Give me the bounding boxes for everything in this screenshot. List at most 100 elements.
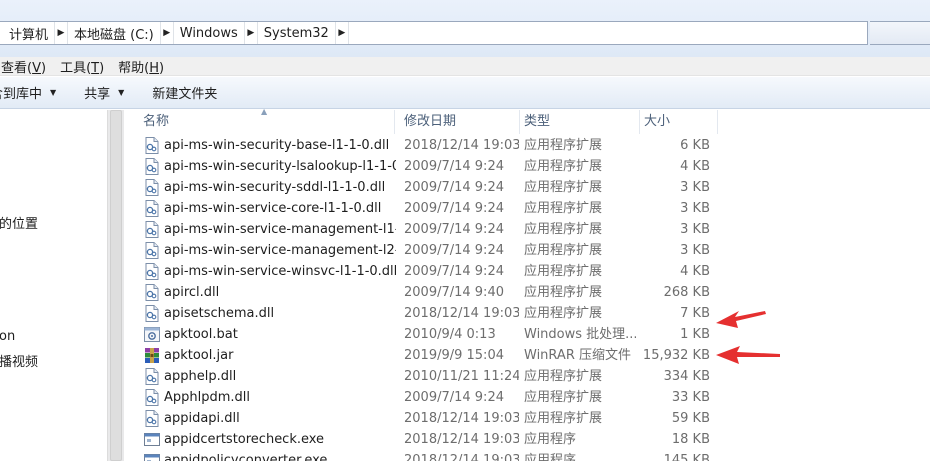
share-label: 共享 xyxy=(84,87,111,102)
menu-help[interactable]: 帮助(H) xyxy=(111,57,171,76)
file-list: ▲ 名称 修改日期 类型 大小 api-ms-win-security-base… xyxy=(125,107,930,461)
batch-file-icon xyxy=(144,326,160,343)
menu-tools[interactable]: 工具(T) xyxy=(53,57,111,76)
menu-view-text: 查看( xyxy=(1,60,33,76)
file-type: 应用程序扩展 xyxy=(524,390,603,405)
column-header-type-label: 类型 xyxy=(524,114,551,129)
file-type: Windows 批处理... xyxy=(524,327,636,342)
breadcrumb-computer[interactable]: 计算机 ▶ xyxy=(0,22,69,44)
chevron-down-icon: ▼ xyxy=(50,88,57,97)
nav-item-partial[interactable]: on xyxy=(0,329,15,344)
file-rows: api-ms-win-security-base-l1-1-0.dll 2018/… xyxy=(125,135,930,461)
dll-icon xyxy=(144,410,160,427)
file-size: 4 KB xyxy=(680,159,710,174)
file-name: apktool.bat xyxy=(164,327,238,342)
nav-item-recent-places[interactable]: 的位置 xyxy=(0,213,38,232)
exe-icon xyxy=(144,431,160,448)
column-header-type[interactable]: 类型 xyxy=(506,110,640,134)
navigation-pane: 的位置 on 播视频 xyxy=(0,110,107,461)
file-type: 应用程序 xyxy=(524,432,577,447)
file-name: apktool.jar xyxy=(164,348,234,363)
table-row[interactable]: apktool.jar 2019/9/9 15:04 WinRAR 压缩文件 15,9… xyxy=(125,345,930,366)
navigation-scrollbar[interactable] xyxy=(107,110,124,461)
table-row[interactable]: apktool.bat 2010/9/4 0:13 Windows 批处理... 1 … xyxy=(125,324,930,345)
column-header-date-label: 修改日期 xyxy=(404,114,457,129)
table-row[interactable]: api-ms-win-service-management-l2-1... 200… xyxy=(125,240,930,261)
table-row[interactable]: appidpolicyconverter.exe 2018/12/14 19:03… xyxy=(125,450,930,461)
table-row[interactable]: api-ms-win-service-management-l1-1... 200… xyxy=(125,219,930,240)
dll-icon xyxy=(144,137,160,154)
file-date: 2009/7/14 9:24 xyxy=(404,180,504,195)
breadcrumb-drive-c[interactable]: 本地磁盘 (C:) ▶ xyxy=(68,22,174,44)
column-header-name-label: 名称 xyxy=(143,114,170,129)
menu-view[interactable]: 查看(V) xyxy=(0,57,53,76)
address-bar-area: 计算机 ▶ 本地磁盘 (C:) ▶ Windows ▶ System32 ▶ xyxy=(0,0,930,60)
chevron-right-icon[interactable]: ▶ xyxy=(159,22,174,44)
chevron-right-icon[interactable]: ▶ xyxy=(243,22,258,44)
scrollbar-thumb[interactable] xyxy=(110,110,122,461)
breadcrumb-label[interactable]: System32 xyxy=(258,26,335,41)
column-header-size[interactable]: 大小 xyxy=(626,110,718,134)
file-type: 应用程序扩展 xyxy=(524,222,603,237)
column-header-date[interactable]: 修改日期 xyxy=(386,110,520,134)
chevron-right-icon[interactable]: ▶ xyxy=(54,22,69,44)
table-row[interactable]: api-ms-win-service-core-l1-1-0.dll 2009/7… xyxy=(125,198,930,219)
share-button[interactable]: 共享 ▼ xyxy=(70,83,138,102)
file-name: apphelp.dll xyxy=(164,369,237,384)
file-date: 2009/7/14 9:24 xyxy=(404,390,504,405)
file-date: 2018/12/14 19:03 xyxy=(404,453,519,461)
file-type: 应用程序扩展 xyxy=(524,243,603,258)
file-size: 18 KB xyxy=(671,432,710,447)
breadcrumb-system32[interactable]: System32 ▶ xyxy=(258,22,349,44)
file-date: 2018/12/14 19:03 xyxy=(404,432,519,447)
table-row[interactable]: appidapi.dll 2018/12/14 19:03 应用程序扩展 59 KB xyxy=(125,408,930,429)
table-row[interactable]: api-ms-win-security-lsalookup-l1-1-0... 2… xyxy=(125,156,930,177)
table-row[interactable]: api-ms-win-service-winsvc-l1-1-0.dll 2009… xyxy=(125,261,930,282)
breadcrumb-label[interactable]: 本地磁盘 (C:) xyxy=(68,24,160,43)
file-date: 2009/7/14 9:24 xyxy=(404,201,504,216)
winrar-archive-icon xyxy=(144,347,160,364)
file-date: 2010/9/4 0:13 xyxy=(404,327,496,342)
menu-help-text: 帮助( xyxy=(118,60,150,76)
table-row[interactable]: appidcertstorecheck.exe 2018/12/14 19:03 应… xyxy=(125,429,930,450)
file-size: 3 KB xyxy=(680,243,710,258)
dll-icon xyxy=(144,305,160,322)
file-type: 应用程序扩展 xyxy=(524,201,603,216)
file-size: 145 KB xyxy=(663,453,710,461)
table-row[interactable]: apphelp.dll 2010/11/21 11:24 应用程序扩展 334 KB xyxy=(125,366,930,387)
nav-item-videos[interactable]: 播视频 xyxy=(0,351,38,370)
file-name: api-ms-win-service-management-l1-1... xyxy=(164,222,396,237)
breadcrumb-label[interactable]: 计算机 xyxy=(0,24,54,43)
breadcrumb-label[interactable]: Windows xyxy=(174,26,244,41)
table-row[interactable]: api-ms-win-security-sddl-l1-1-0.dll 2009/… xyxy=(125,177,930,198)
file-date: 2010/11/21 11:24 xyxy=(404,369,519,384)
file-size: 7 KB xyxy=(680,306,710,321)
file-type: WinRAR 压缩文件 xyxy=(524,348,631,363)
file-name: apircl.dll xyxy=(164,285,220,300)
file-size: 268 KB xyxy=(663,285,710,300)
table-row[interactable]: apisetschema.dll 2018/12/14 19:03 应用程序扩展 7 … xyxy=(125,303,930,324)
menu-help-close: ) xyxy=(159,60,165,76)
file-size: 1 KB xyxy=(680,327,710,342)
dll-icon xyxy=(144,263,160,280)
file-type: 应用程序扩展 xyxy=(524,285,603,300)
column-header-name[interactable]: 名称 xyxy=(125,110,395,134)
table-row[interactable]: apircl.dll 2009/7/14 9:40 应用程序扩展 268 KB xyxy=(125,282,930,303)
file-size: 6 KB xyxy=(680,138,710,153)
file-name: apisetschema.dll xyxy=(164,306,275,321)
dll-icon xyxy=(144,221,160,238)
breadcrumb-windows[interactable]: Windows ▶ xyxy=(174,22,258,44)
table-row[interactable]: api-ms-win-security-base-l1-1-0.dll 2018/… xyxy=(125,135,930,156)
new-folder-button[interactable]: 新建文件夹 xyxy=(138,83,231,102)
address-breadcrumb[interactable]: 计算机 ▶ 本地磁盘 (C:) ▶ Windows ▶ System32 ▶ xyxy=(0,21,868,45)
include-in-library-button[interactable]: 包含到库中 ▼ xyxy=(0,83,70,102)
file-date: 2009/7/14 9:24 xyxy=(404,243,504,258)
menu-view-close: ) xyxy=(40,60,47,76)
file-type: 应用程序扩展 xyxy=(524,369,603,384)
table-row[interactable]: Apphlpdm.dll 2009/7/14 9:24 应用程序扩展 33 KB xyxy=(125,387,930,408)
address-bar-buttons[interactable] xyxy=(870,21,930,45)
chevron-right-icon[interactable]: ▶ xyxy=(334,22,349,44)
file-name: api-ms-win-service-management-l2-1... xyxy=(164,243,396,258)
dll-icon xyxy=(144,179,160,196)
file-size: 334 KB xyxy=(663,369,710,384)
